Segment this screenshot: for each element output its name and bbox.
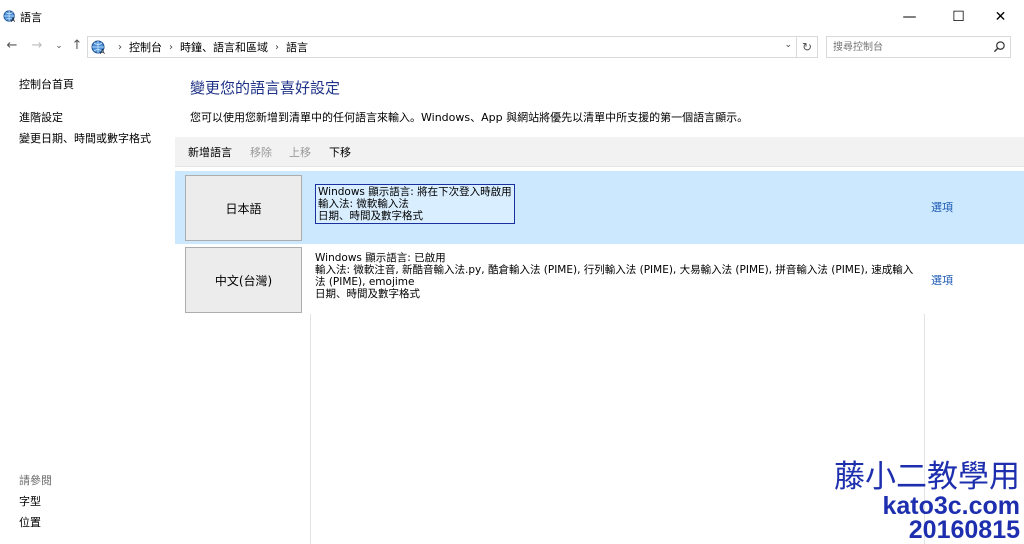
up-button[interactable]: ↑ [68, 37, 86, 55]
sidebar: 控制台首頁 進階設定 變更日期、時間或數字格式 請參閱 字型 位置 [0, 62, 170, 544]
display-language-status: Windows 顯示語言: 已啟用 [315, 252, 446, 264]
breadcrumb-separator: › [118, 41, 122, 53]
back-button[interactable]: ← [3, 37, 21, 55]
maximize-button[interactable]: ☐ [936, 0, 981, 33]
breadcrumb-item-language[interactable]: 語言 [286, 39, 308, 55]
format-info: 日期、時間及數字格式 [315, 288, 420, 300]
sidebar-link-advanced[interactable]: 進階設定 [19, 109, 63, 125]
search-box[interactable] [826, 36, 1011, 58]
watermark: 藤小二教學用 kato3c.com 20160815 [834, 459, 1020, 544]
page-title: 變更您的語言喜好設定 [190, 79, 341, 97]
language-row-chinese-taiwan[interactable]: 中文(台灣) Windows 顯示語言: 已啟用 輸入法: 微軟注音, 新酷音輸… [175, 244, 1024, 314]
refresh-button[interactable]: ↻ [796, 36, 818, 58]
svg-text:A: A [11, 17, 16, 23]
minimize-button[interactable]: — [887, 0, 932, 33]
watermark-line-2: kato3c.com [882, 492, 1020, 520]
svg-text:A: A [100, 48, 105, 55]
globe-clock-icon: A [91, 40, 105, 55]
language-details: Windows 顯示語言: 已啟用 輸入法: 微軟注音, 新酷音輸入法.py, … [315, 252, 915, 300]
close-icon: ✕ [994, 8, 1007, 25]
address-dropdown-icon[interactable]: ⌄ [784, 40, 792, 50]
language-row-japanese[interactable]: 日本語 Windows 顯示語言: 將在下次登入時啟用 輸入法: 微軟輸入法 日… [175, 171, 1024, 244]
up-arrow-icon: ↑ [71, 38, 83, 53]
sidebar-link-home[interactable]: 控制台首頁 [19, 76, 74, 92]
breadcrumb-item-control-panel[interactable]: 控制台 [129, 39, 162, 55]
close-button[interactable]: ✕ [978, 0, 1023, 33]
back-arrow-icon: ← [6, 38, 18, 53]
forward-button[interactable]: → [28, 37, 46, 55]
address-bar: ← → ⌄ ↑ A › 控制台 › 時鐘、語言和區域 › 語言 ⌄ ↻ [0, 33, 1024, 61]
language-button[interactable]: 日本語 [185, 175, 302, 241]
search-input[interactable] [833, 39, 983, 55]
move-down-button[interactable]: 下移 [329, 144, 351, 160]
input-method-list: 輸入法: 微軟輸入法 [318, 198, 409, 210]
add-language-button[interactable]: 新增語言 [188, 144, 232, 160]
chevron-down-icon: ⌄ [55, 41, 63, 51]
minimize-icon: — [902, 8, 917, 25]
language-details: Windows 顯示語言: 將在下次登入時啟用 輸入法: 微軟輸入法 日期、時間… [315, 184, 515, 224]
window-title: 語言 [20, 11, 42, 24]
options-link[interactable]: 選項 [931, 199, 953, 215]
move-up-button[interactable]: 上移 [289, 144, 311, 160]
language-button[interactable]: 中文(台灣) [185, 247, 302, 313]
address-box[interactable]: A › 控制台 › 時鐘、語言和區域 › 語言 ⌄ [87, 36, 797, 58]
watermark-line-3: 20160815 [908, 516, 1020, 544]
breadcrumb-item-clock-language-region[interactable]: 時鐘、語言和區域 [180, 39, 268, 55]
title-bar: A 語言 — ☐ ✕ [0, 0, 1024, 33]
see-also-heading: 請參閱 [19, 474, 52, 487]
display-language-status: Windows 顯示語言: 將在下次登入時啟用 [318, 186, 512, 198]
recent-locations-button[interactable]: ⌄ [50, 37, 68, 55]
sidebar-link-fonts[interactable]: 字型 [19, 493, 41, 509]
search-icon[interactable] [993, 40, 1006, 53]
options-link[interactable]: 選項 [931, 272, 953, 288]
sidebar-link-change-date[interactable]: 變更日期、時間或數字格式 [19, 130, 151, 146]
forward-arrow-icon: → [31, 38, 43, 53]
language-toolbar: 新增語言 移除 上移 下移 [175, 137, 1024, 167]
breadcrumb-separator[interactable]: › [275, 42, 279, 53]
remove-button[interactable]: 移除 [250, 144, 272, 160]
sidebar-link-location[interactable]: 位置 [19, 514, 41, 530]
globe-clock-icon: A [3, 10, 16, 23]
maximize-icon: ☐ [952, 8, 965, 25]
format-info: 日期、時間及數字格式 [318, 210, 423, 222]
watermark-line-1: 藤小二教學用 [834, 459, 1020, 495]
breadcrumb-separator[interactable]: › [169, 42, 173, 53]
input-method-list: 輸入法: 微軟注音, 新酷音輸入法.py, 酷倉輸入法 (PIME), 行列輸入… [315, 264, 914, 288]
page-description: 您可以使用您新增到清單中的任何語言來輸入。Windows、App 與網站將優先以… [190, 111, 749, 124]
refresh-icon: ↻ [801, 40, 813, 54]
